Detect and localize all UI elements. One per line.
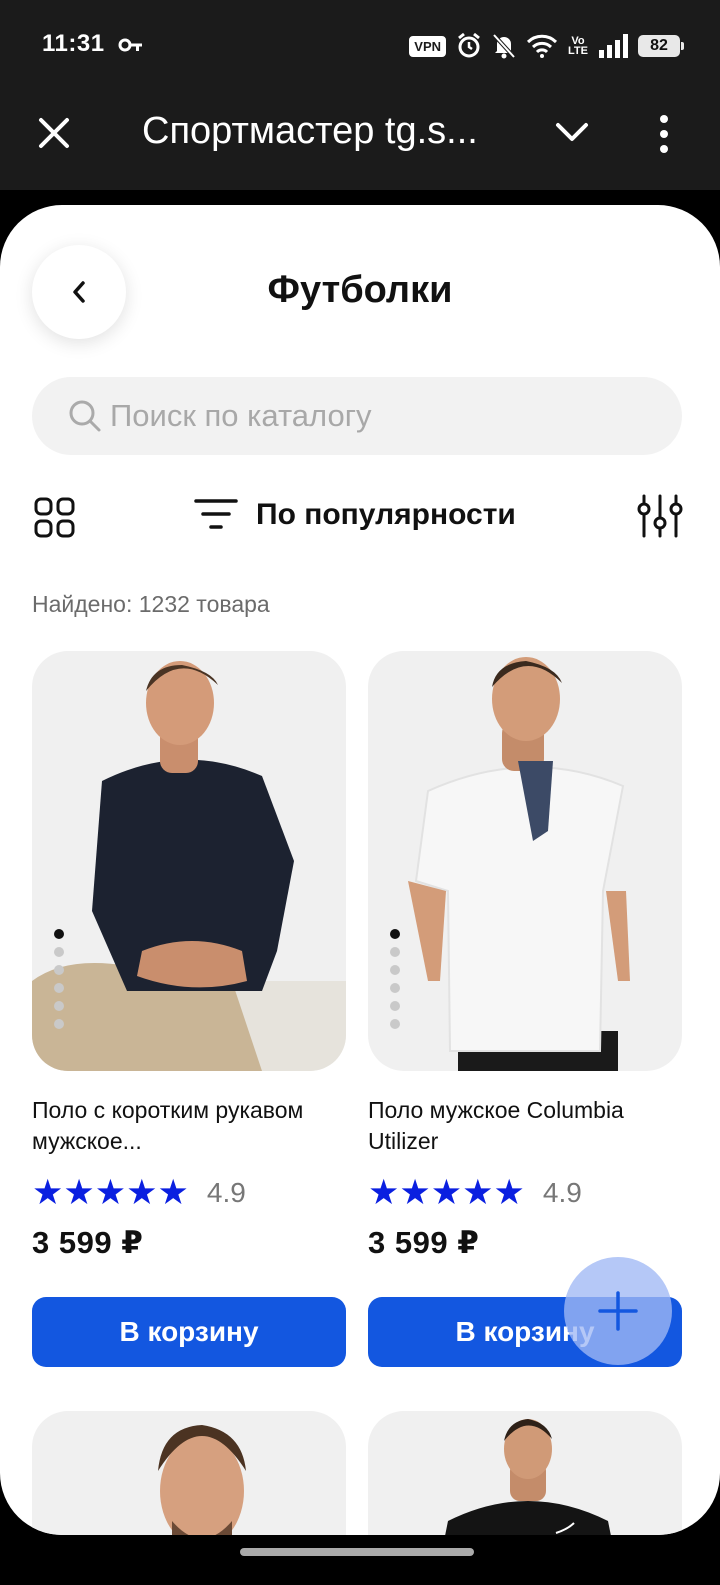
bell-muted-icon — [492, 33, 516, 59]
wifi-icon — [526, 34, 558, 58]
search-icon — [69, 400, 101, 432]
product-name: Поло мужское Columbia Utilizer — [368, 1097, 624, 1154]
vpn-icon: VPN — [409, 35, 447, 57]
pager-dot[interactable] — [390, 1019, 400, 1029]
product-image[interactable] — [32, 651, 346, 1071]
pager-dot[interactable] — [390, 947, 400, 957]
plus-icon — [598, 1291, 638, 1331]
home-indicator[interactable] — [240, 1548, 474, 1556]
image-pager — [54, 929, 64, 1029]
product-price: 3 599 ₽ — [32, 1225, 144, 1260]
battery-icon: 82 — [638, 35, 684, 57]
results-count: Найдено: 1232 товара — [32, 591, 270, 617]
status-icons: VPN Vo LTE 82 — [409, 32, 684, 60]
key-icon — [118, 38, 142, 52]
filter-sliders-icon[interactable] — [636, 493, 684, 539]
image-pager — [390, 929, 400, 1029]
more-vertical-icon[interactable] — [656, 114, 672, 154]
pager-dot[interactable] — [54, 947, 64, 957]
product-rating: ★★★★★ 4.9 — [32, 1175, 346, 1211]
product-image[interactable] — [368, 651, 682, 1071]
pager-dot[interactable] — [54, 1001, 64, 1011]
pager-dot[interactable] — [390, 1001, 400, 1011]
catalog-toolbar: По популярности — [0, 493, 720, 543]
close-icon[interactable] — [36, 115, 72, 151]
catalog-sheet: Футболки По популярности Найдено: 1232 — [0, 205, 720, 1535]
sort-icon — [194, 499, 238, 529]
pager-dot[interactable] — [54, 1019, 64, 1029]
pager-dot[interactable] — [54, 983, 64, 993]
product-price: 3 599 ₽ — [368, 1225, 480, 1260]
chevron-down-icon[interactable] — [554, 120, 590, 144]
search-input[interactable] — [108, 397, 648, 435]
product-rating: ★★★★★ 4.9 — [368, 1175, 682, 1211]
status-time: 11:31 — [42, 30, 105, 57]
product-name: Поло с коротким рукавом мужское... — [32, 1097, 304, 1154]
product-image[interactable] — [368, 1411, 682, 1535]
status-bar: 11:31 VPN Vo LTE 82 — [0, 0, 720, 90]
search-bar[interactable] — [32, 377, 682, 455]
grid-view-icon[interactable] — [34, 497, 76, 539]
rating-value: 4.9 — [542, 1177, 582, 1208]
volte-icon: Vo LTE — [568, 35, 588, 57]
pager-dot[interactable] — [390, 965, 400, 975]
rating-stars: ★★★★★ — [368, 1173, 525, 1212]
signal-icon — [599, 34, 628, 58]
pager-dot[interactable] — [54, 965, 64, 975]
sort-label: По популярности — [256, 498, 516, 531]
product-photo — [158, 1425, 246, 1535]
title-bar: Спортмастер tg.s... — [0, 90, 720, 190]
product-photo — [408, 657, 630, 1071]
pager-dot[interactable] — [390, 929, 400, 939]
pager-dot[interactable] — [54, 929, 64, 939]
rating-value: 4.9 — [206, 1177, 246, 1208]
product-card[interactable] — [32, 1411, 346, 1535]
product-card[interactable] — [368, 1411, 682, 1535]
product-card[interactable]: Поло с коротким рукавом мужское... ★★★★★… — [32, 651, 346, 1367]
add-fab-button[interactable] — [564, 1257, 672, 1365]
product-photo — [32, 661, 346, 1071]
page-title: Футболки — [267, 269, 453, 311]
product-photo — [445, 1419, 611, 1535]
add-to-cart-button[interactable]: В корзину — [32, 1297, 346, 1367]
sort-button[interactable]: По популярности — [194, 497, 516, 533]
alarm-icon — [458, 32, 480, 58]
rating-stars: ★★★★★ — [32, 1173, 189, 1212]
pager-dot[interactable] — [390, 983, 400, 993]
window-title: Спортмастер tg.s... — [142, 110, 478, 152]
product-image[interactable] — [32, 1411, 346, 1535]
